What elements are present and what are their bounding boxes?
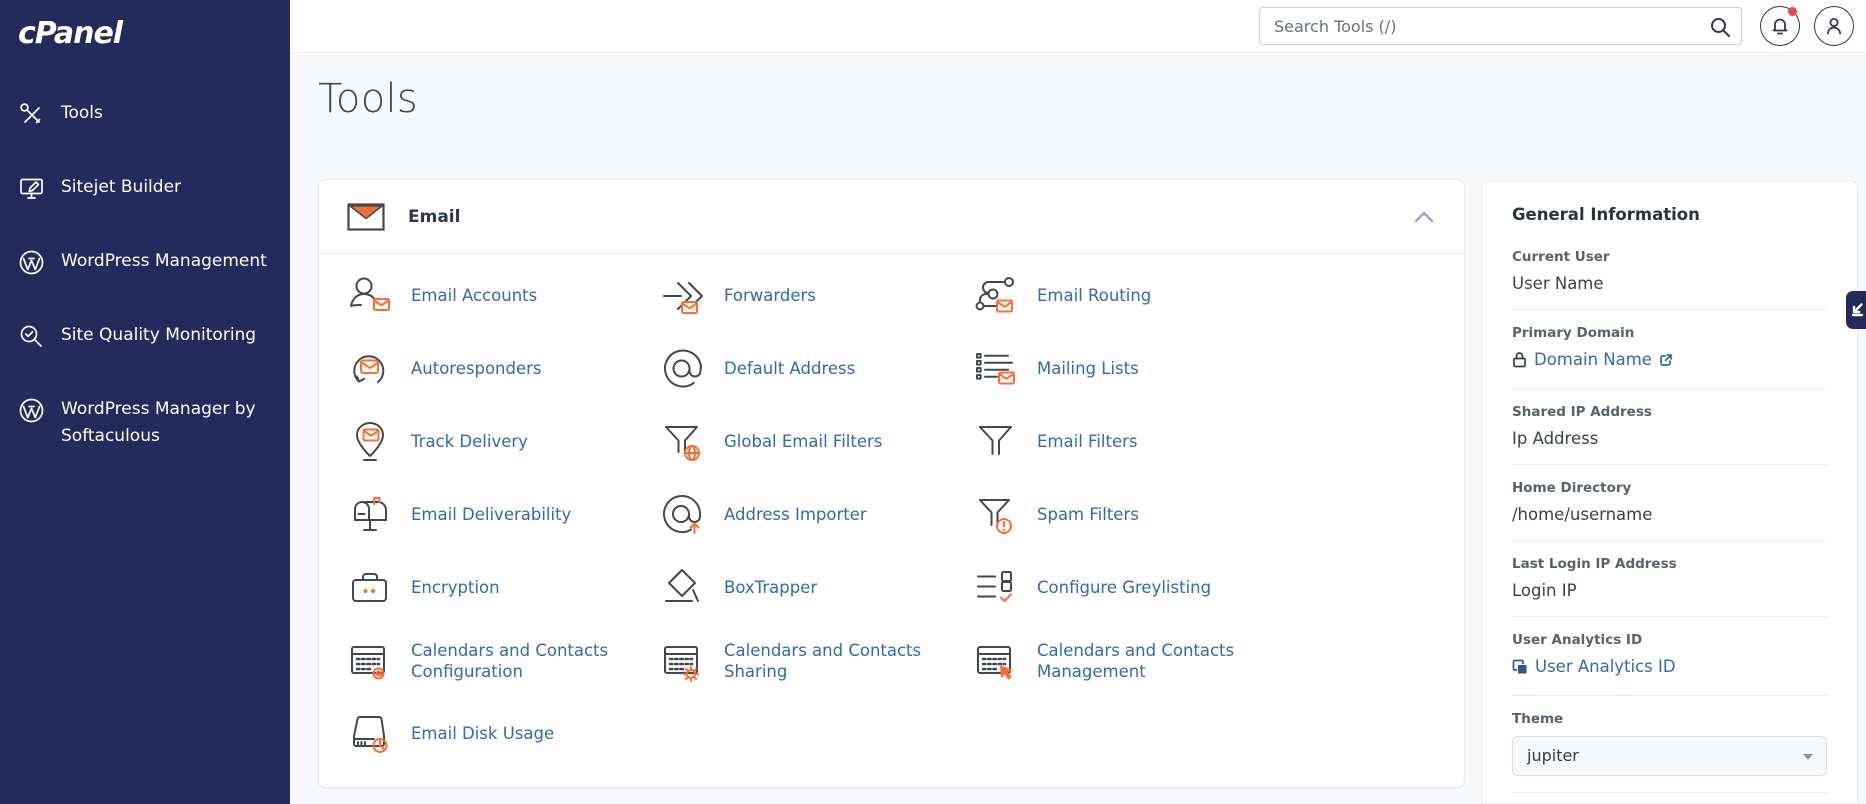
tool-encryption[interactable]: Encryption xyxy=(347,551,660,624)
email-accounts-icon xyxy=(350,277,390,311)
email-filters-icon xyxy=(979,425,1012,455)
info-row-user-analytics-id: User Analytics ID User Analytics ID xyxy=(1512,617,1827,696)
email-routing-icon xyxy=(975,276,1014,312)
external-link-icon xyxy=(1660,353,1672,366)
search-input[interactable] xyxy=(1260,8,1741,44)
general-information-title: General Information xyxy=(1512,205,1700,224)
sidebar-item-label: Tools xyxy=(61,103,103,123)
info-row-last-login-ip: Last Login IP Address Login IP xyxy=(1512,541,1827,617)
sidebar-nav: Tools Sitejet Builder WordPress Manageme… xyxy=(0,91,290,461)
track-delivery-icon xyxy=(356,421,384,461)
mailing-lists-icon xyxy=(976,352,1015,384)
calendars-configuration-icon xyxy=(350,645,386,679)
primary-domain-link[interactable]: Domain Name xyxy=(1512,350,1673,369)
tool-email-deliverability[interactable]: Email Deliverability xyxy=(347,478,660,551)
email-section-card: Email Email Accounts Forwarders Email Ro… xyxy=(318,179,1465,788)
tools-icon xyxy=(18,101,45,128)
general-information-panel: General Information Current User User Na… xyxy=(1481,180,1858,804)
tool-mailing-lists[interactable]: Mailing Lists xyxy=(973,332,1286,405)
search-icon[interactable] xyxy=(1709,16,1731,38)
tool-address-importer[interactable]: Address Importer xyxy=(660,478,973,551)
notification-dot xyxy=(1788,7,1797,16)
boxtrapper-icon xyxy=(665,568,699,602)
default-address-icon xyxy=(664,349,702,387)
calendars-management-icon xyxy=(976,645,1013,680)
chevron-down-icon xyxy=(1803,753,1813,760)
topbar xyxy=(290,0,1866,53)
info-row-shared-ip: Shared IP Address Ip Address xyxy=(1512,389,1827,465)
info-row-primary-domain: Primary Domain Domain Name xyxy=(1512,310,1827,389)
sidebar-item-site-quality-monitoring[interactable]: Site Quality Monitoring xyxy=(0,313,290,387)
email-section-title: Email xyxy=(408,206,461,227)
tool-boxtrapper[interactable]: BoxTrapper xyxy=(660,551,973,624)
sidebar-item-tools[interactable]: Tools xyxy=(0,91,290,165)
shared-ip-value: Ip Address xyxy=(1512,429,1599,448)
tool-email-disk-usage[interactable]: Email Disk Usage xyxy=(347,697,660,770)
bell-icon xyxy=(1772,18,1788,35)
sidebar-item-label: Sitejet Builder xyxy=(61,177,182,197)
user-analytics-id-link[interactable]: User Analytics ID xyxy=(1512,657,1676,676)
email-disk-usage-icon xyxy=(353,715,388,753)
tool-spam-filters[interactable]: Spam Filters xyxy=(973,478,1286,551)
global-email-filters-icon xyxy=(665,425,700,461)
theme-select[interactable]: jupiter xyxy=(1512,735,1827,776)
page-title: Tools xyxy=(318,76,419,122)
wordpress-icon xyxy=(18,249,45,276)
collapse-section-button[interactable] xyxy=(1412,209,1436,225)
tool-calendars-management[interactable]: Calendars and Contacts Management xyxy=(973,624,1286,697)
user-menu-button[interactable] xyxy=(1814,6,1854,46)
expand-statistics-icon xyxy=(1851,303,1864,317)
email-section-header[interactable]: Email xyxy=(319,180,1464,254)
tool-calendars-sharing[interactable]: Calendars and Contacts Sharing xyxy=(660,624,973,697)
sidebar-item-wordpress-management[interactable]: WordPress Management xyxy=(0,239,290,313)
info-row-home-directory: Home Directory /home/username xyxy=(1512,465,1827,541)
sidebar-item-wordpress-manager-softaculous[interactable]: WordPress Manager by Softaculous xyxy=(0,387,290,461)
site-quality-icon xyxy=(18,323,45,350)
calendars-sharing-icon xyxy=(663,645,699,682)
tool-email-routing[interactable]: Email Routing xyxy=(973,259,1286,332)
sidebar-item-sitejet-builder[interactable]: Sitejet Builder xyxy=(0,165,290,239)
autoresponders-icon xyxy=(353,354,385,383)
copy-icon xyxy=(1512,659,1528,674)
tool-global-email-filters[interactable]: Global Email Filters xyxy=(660,405,973,478)
tool-forwarders[interactable]: Forwarders xyxy=(660,259,973,332)
current-user-value: User Name xyxy=(1512,274,1604,293)
sidebar-item-label: WordPress Management xyxy=(61,251,267,271)
sidebar: cPanel Tools Sitejet Builder WordPress M… xyxy=(0,0,290,804)
email-tools-grid: Email Accounts Forwarders Email Routing … xyxy=(319,254,1464,770)
notifications-button[interactable] xyxy=(1760,6,1800,46)
wordpress-icon xyxy=(18,397,45,424)
info-row-current-user: Current User User Name xyxy=(1512,234,1827,310)
tool-autoresponders[interactable]: Autoresponders xyxy=(347,332,660,405)
last-login-ip-value: Login IP xyxy=(1512,581,1577,600)
tool-track-delivery[interactable]: Track Delivery xyxy=(347,405,660,478)
address-importer-icon xyxy=(663,494,701,534)
email-section-icon xyxy=(347,202,385,231)
sidebar-item-label: WordPress Manager by Softaculous xyxy=(61,399,256,446)
spam-filters-icon xyxy=(979,498,1012,534)
home-directory-value: /home/username xyxy=(1512,505,1653,524)
encryption-icon xyxy=(352,572,387,602)
configure-greylisting-icon xyxy=(977,570,1012,602)
tool-email-accounts[interactable]: Email Accounts xyxy=(347,259,660,332)
statistics-panel-tab[interactable] xyxy=(1846,291,1866,329)
sitejet-builder-icon xyxy=(18,175,45,202)
info-row-theme: Theme jupiter xyxy=(1512,696,1827,793)
email-deliverability-icon xyxy=(354,496,387,531)
tool-configure-greylisting[interactable]: Configure Greylisting xyxy=(973,551,1286,624)
tool-default-address[interactable]: Default Address xyxy=(660,332,973,405)
lock-icon xyxy=(1513,352,1526,368)
search-box xyxy=(1259,7,1742,45)
chevron-up-icon xyxy=(1414,211,1434,222)
cpanel-logo[interactable]: cPanel xyxy=(0,0,290,51)
tool-calendars-configuration[interactable]: Calendars and Contacts Configuration xyxy=(347,624,660,697)
tool-email-filters[interactable]: Email Filters xyxy=(973,405,1286,478)
user-icon xyxy=(1826,18,1842,35)
sidebar-item-label: Site Quality Monitoring xyxy=(61,325,257,345)
forwarders-icon xyxy=(663,281,703,314)
